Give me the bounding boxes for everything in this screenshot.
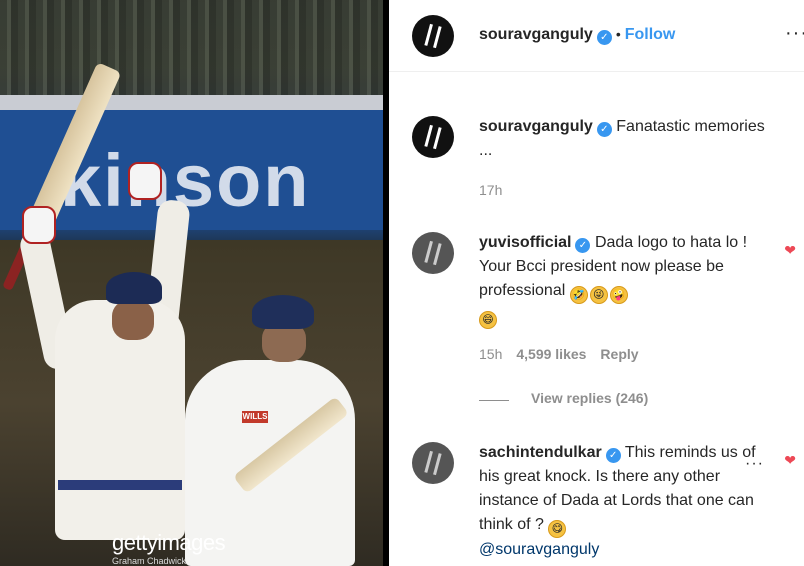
jersey-logo: WILLS — [242, 411, 268, 423]
sweater-stripe — [58, 480, 182, 490]
commenter-avatar[interactable] — [412, 442, 454, 484]
verified-badge-icon: ✓ — [575, 238, 591, 253]
emoji-wink-tongue-icon: 😜 — [589, 286, 608, 304]
mention-link[interactable]: @souravganguly — [479, 541, 599, 558]
batting-glove — [22, 206, 56, 244]
crowd-background — [0, 0, 386, 95]
batting-glove — [128, 162, 162, 200]
comment-timestamp[interactable]: 15h — [479, 346, 502, 362]
verified-badge-icon: ✓ — [596, 30, 612, 45]
more-options-icon[interactable]: ··· — [785, 22, 804, 45]
commenter-username[interactable]: sachintendulkar — [479, 444, 602, 461]
emoji-zany-icon: 🤪 — [609, 286, 628, 304]
author-avatar[interactable] — [412, 15, 454, 57]
comment-options-icon[interactable]: ··· — [745, 455, 764, 473]
follow-button[interactable]: Follow — [625, 26, 676, 43]
reply-button[interactable]: Reply — [600, 346, 638, 362]
banner-stripe — [0, 95, 386, 110]
photo-credit: Graham Chadwick — [112, 556, 187, 566]
batsman-helmet — [106, 272, 162, 304]
caption-text-block: souravganguly ✓ Fanatastic memories ... — [479, 115, 769, 163]
post-sidebar: souravganguly✓•Follow ··· souravganguly✓… — [389, 0, 804, 566]
view-replies-button[interactable]: View replies (246) — [531, 390, 648, 406]
emoji-yum-icon: 😋 — [548, 520, 567, 538]
verified-badge-icon: ✓ — [605, 448, 621, 463]
commenter-username[interactable]: yuvisofficial — [479, 234, 571, 251]
verified-badge-icon: ✓ — [596, 122, 612, 137]
caption-timestamp[interactable]: 17h — [479, 182, 502, 198]
comment-likes[interactable]: 4,599 likes — [516, 346, 586, 362]
like-heart-icon[interactable]: ❤ — [784, 452, 796, 469]
emoji-rofl-icon: 🤣 — [569, 286, 588, 304]
getty-watermark: gettyimages — [112, 530, 226, 555]
post-photo[interactable]: kinson WILLS gettyimages Graham Chadwick — [0, 0, 386, 566]
batsman-face — [112, 300, 154, 340]
commenter-avatar[interactable] — [412, 232, 454, 274]
like-heart-icon[interactable]: ❤ — [784, 242, 796, 259]
replies-line — [479, 400, 509, 401]
author-username[interactable]: souravganguly — [479, 26, 593, 43]
comment-text-block: yuvisofficial ✓ Dada logo to hata lo ! Yo… — [479, 231, 769, 329]
separator-dot: • — [615, 26, 621, 42]
author-line: souravganguly ✓ • Follow — [479, 26, 675, 45]
author-avatar[interactable] — [412, 116, 454, 158]
second-batsman-helmet — [252, 295, 314, 329]
comment-text-block: sachintendulkar ✓ This reminds us of his … — [479, 441, 769, 562]
caption-username[interactable]: souravganguly — [479, 118, 593, 135]
post-header: souravganguly✓•Follow ··· — [389, 0, 804, 72]
emoji-grin-icon: 😄 — [479, 311, 497, 329]
comment-meta: 15h 4,599 likes Reply — [479, 346, 653, 362]
